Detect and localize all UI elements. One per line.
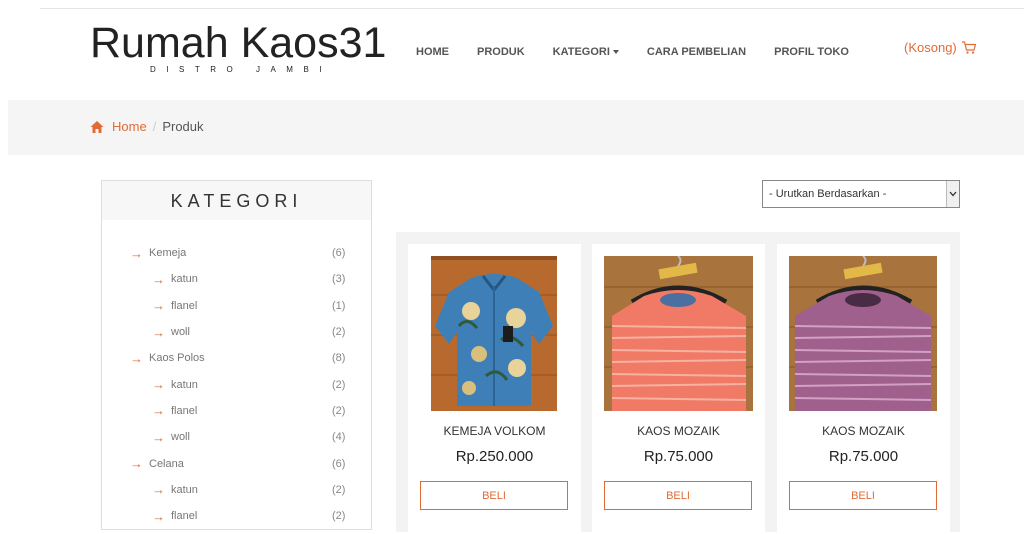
arrow-right-icon: → bbox=[130, 350, 143, 366]
breadcrumb-current: Produk bbox=[162, 119, 204, 134]
product-image[interactable] bbox=[604, 256, 753, 411]
product-price: Rp.75.000 bbox=[828, 448, 899, 465]
chevron-down-icon bbox=[949, 191, 957, 197]
category-label: flanel bbox=[171, 510, 198, 523]
nav-produk-label: PRODUK bbox=[477, 46, 525, 58]
category-item-kemeja-katun[interactable]: → katun (3) bbox=[102, 266, 371, 292]
home-icon[interactable] bbox=[90, 120, 104, 134]
category-list: → Kemeja (6) → katun (3) → flanel (1) → … bbox=[102, 240, 371, 529]
category-sidebar: KATEGORI → Kemeja (6) → katun (3) → flan… bbox=[101, 180, 372, 530]
buy-button[interactable]: BELI bbox=[420, 481, 568, 510]
category-item-celana-flanel[interactable]: → flanel (2) bbox=[102, 503, 371, 529]
category-item-kaos-polos-woll[interactable]: → woll (4) bbox=[102, 424, 371, 450]
product-image[interactable] bbox=[789, 256, 937, 411]
nav-produk[interactable]: PRODUK bbox=[477, 46, 525, 58]
category-label: katun bbox=[171, 378, 198, 391]
arrow-right-icon: → bbox=[152, 271, 165, 287]
category-label: flanel bbox=[171, 404, 198, 417]
category-label: Kemeja bbox=[149, 247, 187, 260]
nav-cara-pembelian[interactable]: CARA PEMBELIAN bbox=[647, 46, 746, 58]
site-logo[interactable]: Rumah Kaos31 DISTRO JAMBI bbox=[90, 20, 386, 80]
cart-icon bbox=[961, 41, 976, 54]
category-count: (6) bbox=[332, 457, 346, 470]
category-count: (6) bbox=[332, 247, 346, 260]
category-label: flanel bbox=[171, 299, 198, 312]
category-count: (2) bbox=[332, 404, 346, 417]
product-name[interactable]: KAOS MOZAIK bbox=[592, 424, 765, 438]
product-card: KAOS MOZAIK Rp.75.000 BELI bbox=[592, 244, 765, 534]
category-count: (8) bbox=[332, 352, 346, 365]
product-name[interactable]: KAOS MOZAIK bbox=[777, 424, 950, 438]
product-price: Rp.250.000 bbox=[455, 448, 534, 465]
breadcrumb-bar: Home / Produk bbox=[8, 100, 1024, 155]
category-label: katun bbox=[171, 273, 198, 286]
product-price: Rp.75.000 bbox=[643, 448, 714, 465]
category-label: katun bbox=[171, 483, 198, 496]
sidebar-title: KATEGORI bbox=[102, 181, 371, 220]
breadcrumb-separator: / bbox=[152, 119, 157, 134]
category-item-kemeja-flanel[interactable]: → flanel (1) bbox=[102, 293, 371, 319]
buy-button[interactable]: BELI bbox=[604, 481, 752, 510]
category-item-celana-katun[interactable]: → katun (2) bbox=[102, 477, 371, 503]
logo-title: Rumah Kaos31 bbox=[90, 19, 387, 67]
breadcrumb: Home / Produk bbox=[90, 119, 204, 134]
main-nav: HOME PRODUK KATEGORI CARA PEMBELIAN PROF… bbox=[402, 40, 877, 64]
category-label: woll bbox=[171, 431, 190, 444]
caret-down-icon bbox=[612, 50, 619, 54]
category-count: (2) bbox=[332, 326, 346, 339]
category-item-celana[interactable]: → Celana (6) bbox=[102, 450, 371, 476]
arrow-right-icon: → bbox=[152, 298, 165, 314]
buy-button[interactable]: BELI bbox=[789, 481, 937, 510]
sort-selected-value: - Urutkan Berdasarkan - bbox=[769, 188, 887, 200]
product-card: KEMEJA VOLKOM Rp.250.000 BELI bbox=[408, 244, 581, 534]
category-item-kemeja-woll[interactable]: → woll (2) bbox=[102, 319, 371, 345]
category-item-kaos-polos-katun[interactable]: → katun (2) bbox=[102, 371, 371, 397]
product-image[interactable] bbox=[431, 256, 557, 411]
category-count: (1) bbox=[332, 299, 346, 312]
cart-link[interactable]: (Kosong) bbox=[904, 39, 977, 55]
category-count: (2) bbox=[332, 378, 346, 391]
site-header: Rumah Kaos31 DISTRO JAMBI HOME PRODUK KA… bbox=[0, 0, 1024, 100]
category-item-kemeja[interactable]: → Kemeja (6) bbox=[102, 240, 371, 266]
sort-select[interactable]: - Urutkan Berdasarkan - bbox=[762, 180, 960, 208]
nav-kategori[interactable]: KATEGORI bbox=[553, 46, 619, 58]
category-label: Celana bbox=[149, 457, 184, 470]
nav-profil-toko[interactable]: PROFIL TOKO bbox=[774, 46, 849, 58]
product-card: KAOS MOZAIK Rp.75.000 BELI bbox=[777, 244, 950, 534]
nav-profil-toko-label: PROFIL TOKO bbox=[774, 46, 849, 58]
cart-label: (Kosong) bbox=[904, 39, 957, 55]
arrow-right-icon: → bbox=[152, 377, 165, 393]
category-count: (4) bbox=[332, 431, 346, 444]
category-count: (2) bbox=[332, 510, 346, 523]
arrow-right-icon: → bbox=[130, 456, 143, 472]
product-name[interactable]: KEMEJA VOLKOM bbox=[408, 424, 581, 438]
arrow-right-icon: → bbox=[152, 324, 165, 340]
category-item-kaos-polos[interactable]: → Kaos Polos (8) bbox=[102, 345, 371, 371]
arrow-right-icon: → bbox=[152, 429, 165, 445]
category-item-kaos-polos-flanel[interactable]: → flanel (2) bbox=[102, 398, 371, 424]
category-label: woll bbox=[171, 326, 190, 339]
category-count: (2) bbox=[332, 483, 346, 496]
category-count: (3) bbox=[332, 273, 346, 286]
nav-home[interactable]: HOME bbox=[416, 46, 449, 58]
arrow-right-icon: → bbox=[152, 403, 165, 419]
arrow-right-icon: → bbox=[130, 245, 143, 261]
arrow-right-icon: → bbox=[152, 482, 165, 498]
sort-dropdown-button[interactable] bbox=[946, 181, 959, 207]
nav-kategori-label: KATEGORI bbox=[552, 46, 610, 58]
breadcrumb-home[interactable]: Home bbox=[112, 119, 147, 134]
nav-home-label: HOME bbox=[416, 46, 449, 58]
category-label: Kaos Polos bbox=[149, 352, 205, 365]
nav-cara-pembelian-label: CARA PEMBELIAN bbox=[646, 46, 747, 58]
logo-subtitle: DISTRO JAMBI bbox=[150, 65, 333, 74]
